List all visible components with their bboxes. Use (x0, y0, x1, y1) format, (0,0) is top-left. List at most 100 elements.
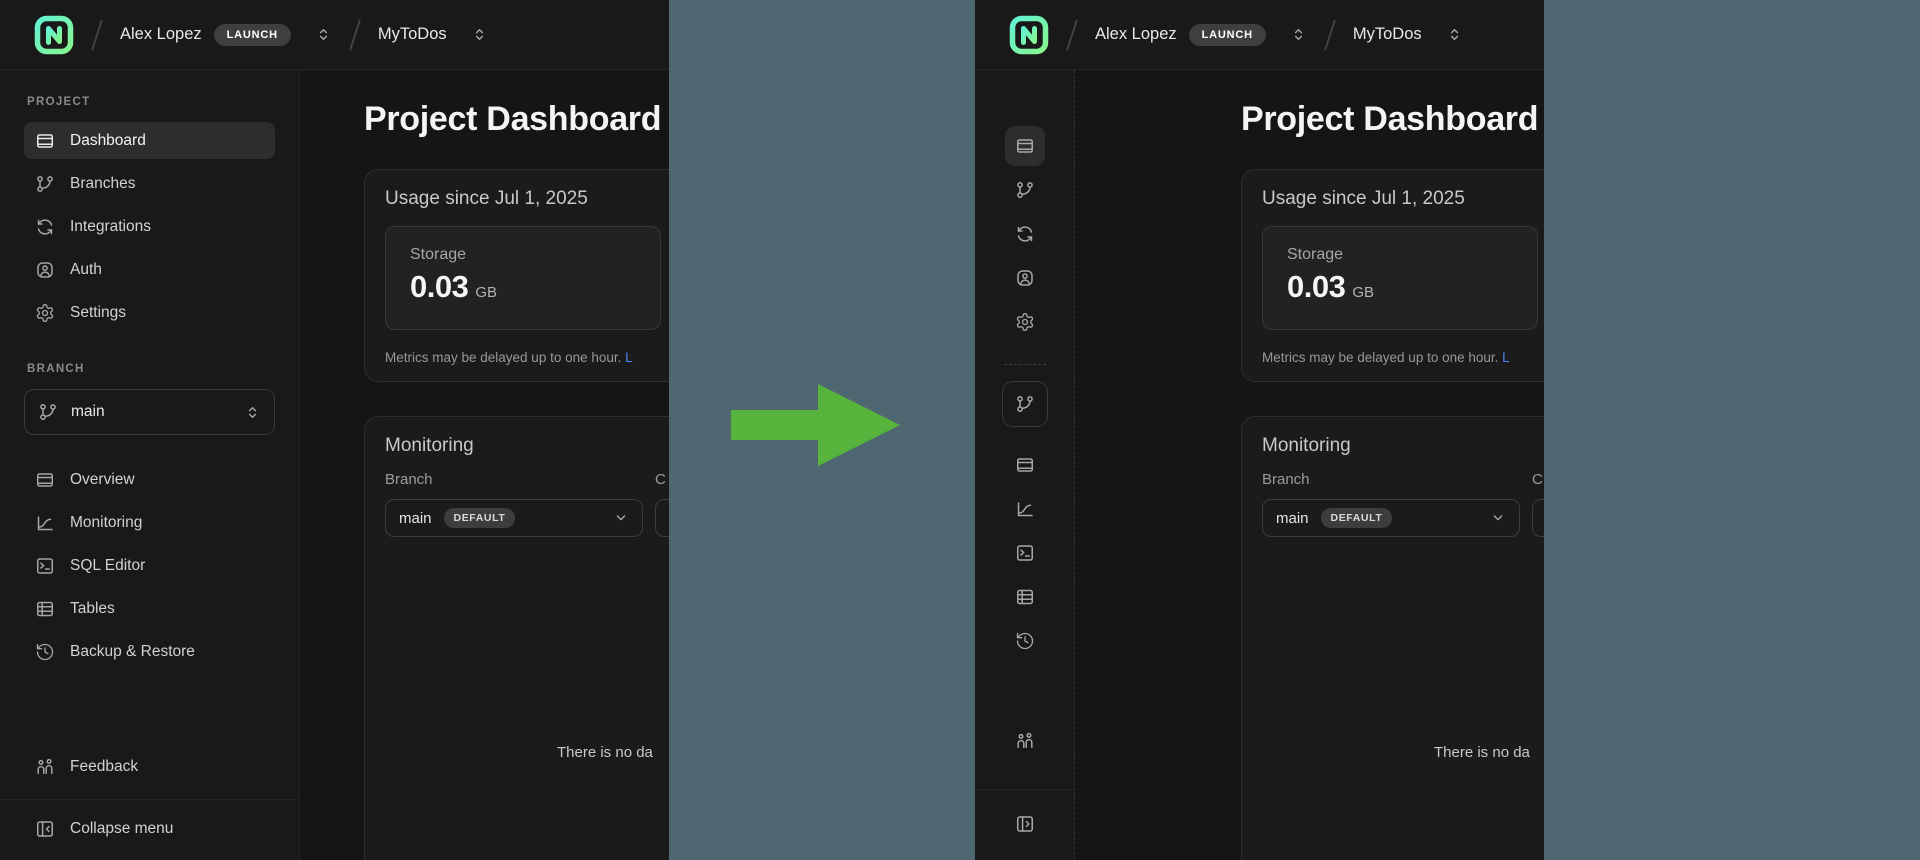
project-section-label: PROJECT (27, 96, 91, 108)
branch-rail-nav (1005, 445, 1045, 665)
branch-nav: Overview Monitoring SQL Editor Tables Backup… (24, 461, 275, 676)
monitoring-icon (1015, 499, 1035, 519)
sidebar-item-label: SQL Editor (70, 556, 146, 574)
sidebar-item-sql-editor[interactable]: SQL Editor (24, 547, 275, 584)
rail-item-sql-editor[interactable] (1005, 533, 1045, 573)
branch-field-label: Branch (1262, 471, 1310, 488)
usage-card-title: Usage since Jul 1, 2025 (385, 188, 588, 209)
chevron-down-icon (613, 510, 629, 526)
default-badge: DEFAULT (1320, 508, 1393, 528)
monitoring-card: Monitoring Branch main DEFAULT C There i… (1241, 416, 1544, 860)
branch-selector[interactable]: main (24, 389, 275, 435)
monitoring-branch-select[interactable]: main DEFAULT (1262, 499, 1520, 537)
footnote-link[interactable]: L (625, 350, 633, 365)
plan-badge: LAUNCH (1188, 23, 1266, 46)
feedback-label: Feedback (70, 757, 139, 775)
sidebar-item-branches[interactable]: Branches (24, 165, 275, 202)
branch-field: Branch main DEFAULT (385, 471, 643, 537)
breadcrumb-separator (348, 18, 361, 51)
rail-item-tables[interactable] (1005, 577, 1045, 617)
footnote-text: Metrics may be delayed up to one hour. (1262, 350, 1499, 365)
sidebar-bottom: Feedback Collapse menu (0, 748, 299, 860)
account-name: Alex Lopez (120, 25, 202, 43)
sidebar-item-settings[interactable]: Settings (24, 294, 275, 331)
feedback-icon (35, 757, 55, 777)
project-breadcrumb[interactable]: MyToDos (1353, 25, 1463, 44)
chevron-updown-icon[interactable] (1446, 26, 1463, 43)
monitoring-card-title: Monitoring (1262, 435, 1351, 456)
sidebar-item-auth[interactable]: Auth (24, 251, 275, 288)
main-content: Project Dashboard Usage since Jul 1, 202… (300, 70, 669, 860)
sidebar-item-tables[interactable]: Tables (24, 590, 275, 627)
tables-icon (35, 599, 55, 619)
footnote-link[interactable]: L (1502, 350, 1510, 365)
rail-divider (1003, 364, 1046, 365)
sidebar-item-label: Monitoring (70, 513, 143, 531)
neon-logo-icon[interactable] (1009, 15, 1049, 55)
rail-item-overview[interactable] (1005, 445, 1045, 485)
neon-logo-icon[interactable] (34, 15, 74, 55)
app-window-collapsed: Alex Lopez LAUNCH MyToDos Project Dashbo… (975, 0, 1544, 860)
sidebar-item-integrations[interactable]: Integrations (24, 208, 275, 245)
storage-metric-value: 0.03 (1287, 269, 1346, 304)
sidebar-item-label: Settings (70, 303, 127, 321)
expand-menu-button[interactable] (1005, 804, 1045, 844)
branch-selector-collapsed[interactable] (1001, 381, 1048, 427)
integrations-icon (35, 217, 55, 237)
chevron-updown-icon (244, 404, 261, 421)
sidebar-item-label: Branches (70, 174, 136, 192)
account-name: Alex Lopez (1095, 25, 1177, 43)
empty-state-text: There is no da (557, 744, 653, 761)
page-title: Project Dashboard (1241, 100, 1539, 138)
sidebar-item-label: Auth (70, 260, 102, 278)
auth-icon (35, 260, 55, 280)
chevron-updown-icon[interactable] (315, 26, 332, 43)
rail-item-backup-restore[interactable] (1005, 621, 1045, 661)
monitoring-branch-select[interactable]: main DEFAULT (385, 499, 643, 537)
chevron-updown-icon[interactable] (1290, 26, 1307, 43)
monitoring-filters-row: Branch main DEFAULT C (1262, 471, 1544, 537)
sidebar-item-dashboard[interactable]: Dashboard (24, 122, 275, 159)
storage-metric-card: Storage 0.03 GB (1262, 226, 1538, 330)
chevron-updown-icon[interactable] (471, 26, 488, 43)
page-title: Project Dashboard (364, 100, 662, 138)
metrics-footnote: Metrics may be delayed up to one hour. L (385, 350, 669, 365)
collapse-menu-label: Collapse menu (70, 820, 174, 837)
main-content: Project Dashboard Usage since Jul 1, 202… (1075, 70, 1544, 860)
transition-arrow-icon (731, 384, 900, 466)
storage-metric-card: Storage 0.03 GB (385, 226, 661, 330)
account-breadcrumb[interactable]: Alex Lopez LAUNCH (120, 23, 332, 46)
storage-metric-unit: GB (475, 284, 498, 301)
branch-selector-value: main (71, 403, 105, 420)
collapse-menu-button[interactable]: Collapse menu (0, 799, 299, 860)
sidebar-item-monitoring[interactable]: Monitoring (24, 504, 275, 541)
rail-item-branches[interactable] (1005, 170, 1045, 210)
chevron-down-icon (1490, 510, 1506, 526)
project-name: MyToDos (377, 25, 447, 43)
feedback-button[interactable]: Feedback (24, 748, 275, 785)
monitoring-compute-select[interactable] (655, 499, 669, 537)
rail-item-feedback[interactable] (1005, 721, 1045, 761)
rail-item-auth[interactable] (1005, 258, 1045, 298)
integrations-icon (1015, 224, 1035, 244)
rail-item-settings[interactable] (1005, 302, 1045, 342)
sidebar-item-label: Overview (70, 470, 135, 488)
rail-item-integrations[interactable] (1005, 214, 1045, 254)
monitoring-compute-select[interactable] (1532, 499, 1544, 537)
rail-item-dashboard[interactable] (1004, 126, 1045, 166)
monitoring-branch-value: main (1276, 509, 1309, 527)
monitoring-filters-row: Branch main DEFAULT C (385, 471, 669, 537)
sidebar-item-overview[interactable]: Overview (24, 461, 275, 498)
sql-editor-icon (35, 556, 55, 576)
project-breadcrumb[interactable]: MyToDos (378, 25, 488, 44)
settings-icon (35, 303, 55, 323)
app-body: Project Dashboard Usage since Jul 1, 202… (975, 70, 1544, 860)
storage-metric-value-row: 0.03 GB (1287, 269, 1513, 305)
account-breadcrumb[interactable]: Alex Lopez LAUNCH (1095, 23, 1307, 46)
sidebar-item-backup-restore[interactable]: Backup & Restore (24, 633, 275, 670)
rail-item-monitoring[interactable] (1005, 489, 1045, 529)
compute-field-truncated: C (1532, 471, 1544, 537)
sidebar-item-label: Backup & Restore (70, 642, 195, 660)
compute-field-label: C (655, 471, 666, 488)
monitoring-card-title: Monitoring (385, 435, 474, 456)
